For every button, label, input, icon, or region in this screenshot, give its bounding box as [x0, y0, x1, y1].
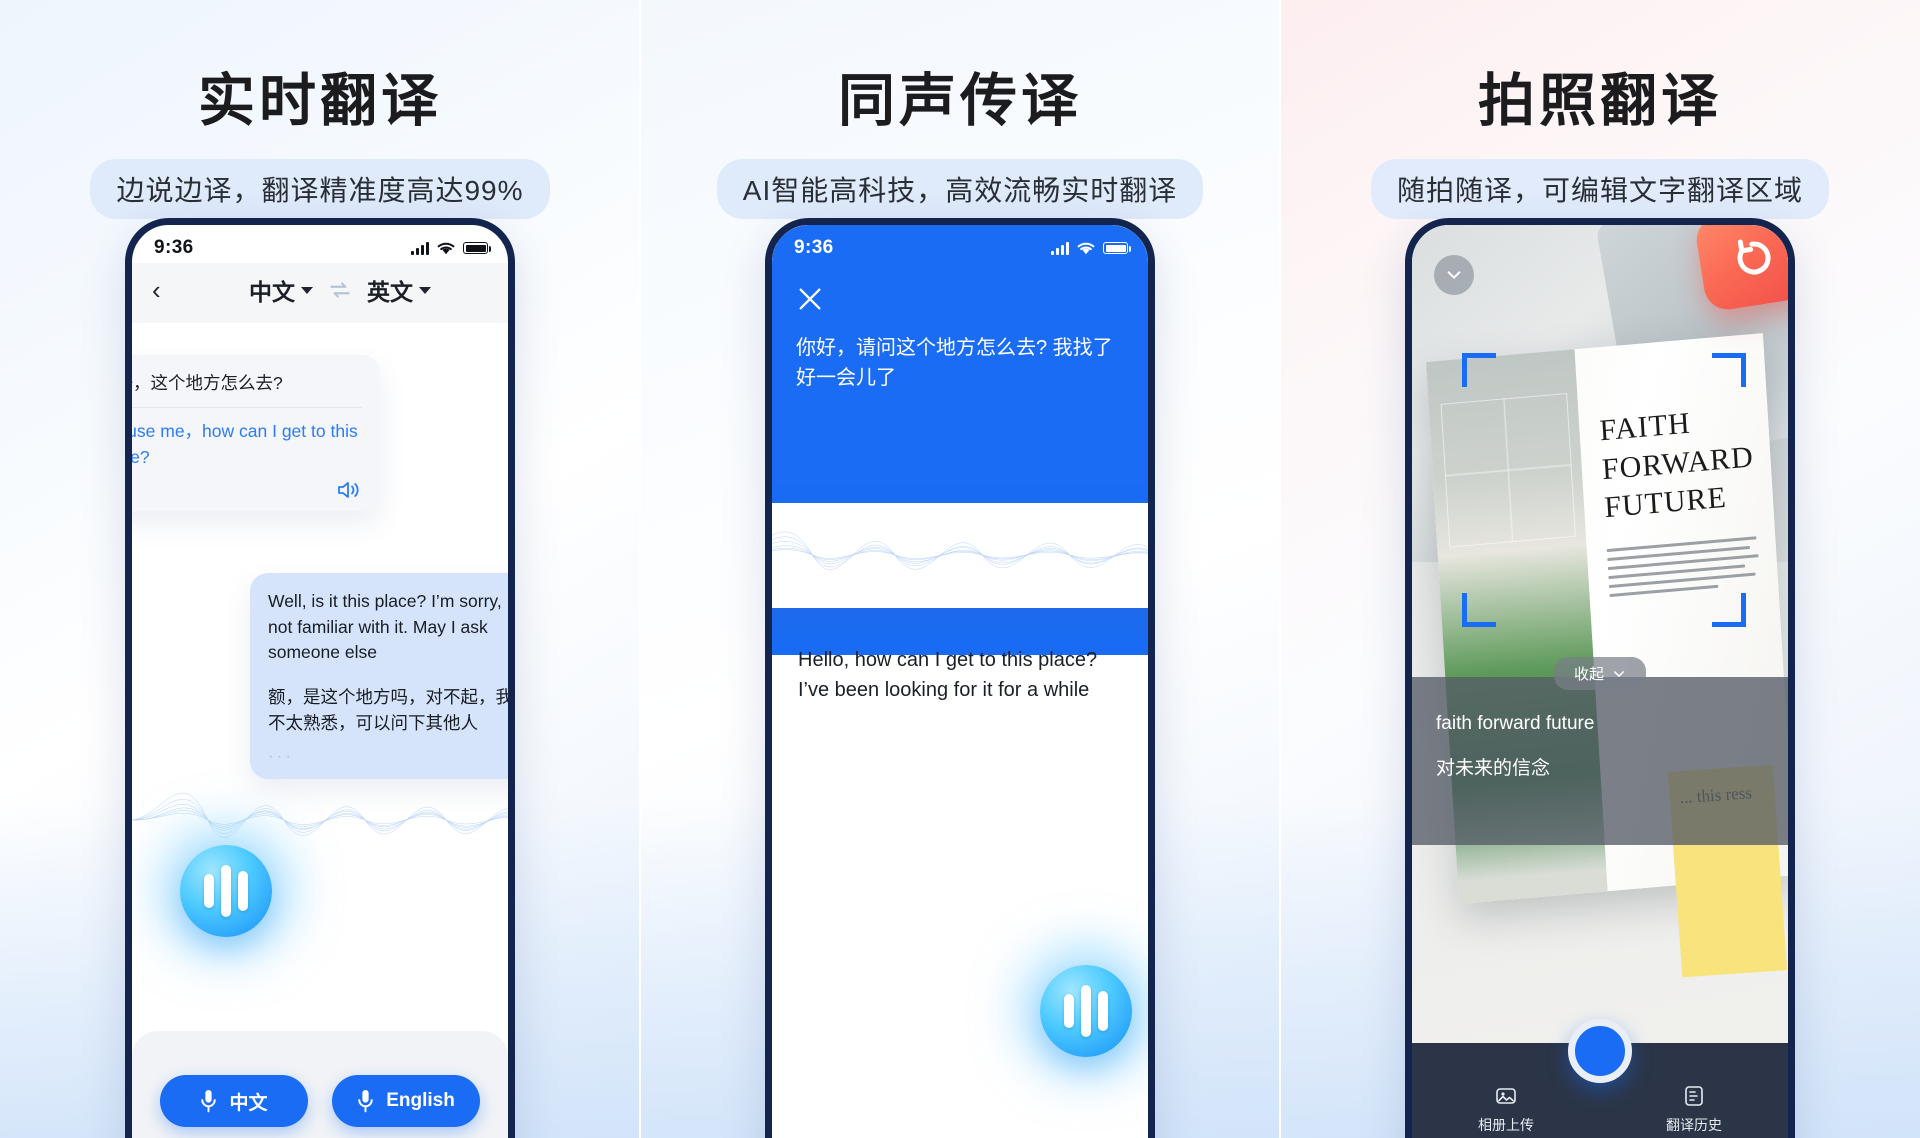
- panel-1-subtitle-wrap: 边说边译，翻译精准度高达99%: [0, 159, 640, 219]
- interpretation-translated-text: Hello, how can I get to this place? I’ve…: [798, 649, 1098, 701]
- bubble-more-icon[interactable]: ···: [268, 747, 294, 764]
- nav-item-history[interactable]: 翻译历史: [1666, 1084, 1722, 1135]
- collapse-label: 收起: [1573, 666, 1605, 683]
- phone-3-screen: FAITH FORWARD FUTURE ... this ress: [1412, 225, 1788, 1138]
- record-button-zh[interactable]: 中文: [160, 1075, 308, 1127]
- voice-wave-orb[interactable]: [180, 845, 272, 937]
- target-language-label: 英文: [367, 279, 413, 305]
- voice-wave-orb[interactable]: [1040, 965, 1132, 1057]
- status-time: 9:36: [794, 237, 834, 258]
- source-language-select[interactable]: 中文: [249, 273, 313, 307]
- collapse-results-button[interactable]: 收起: [1553, 657, 1647, 690]
- wifi-icon: [1077, 242, 1095, 254]
- swap-languages-icon[interactable]: [327, 277, 353, 303]
- book-body-lines: [1607, 536, 1765, 598]
- status-icons: [1051, 241, 1131, 256]
- bubble-footer: ···: [132, 479, 362, 501]
- capture-button[interactable]: [1568, 1019, 1632, 1083]
- status-time: 9:36: [154, 237, 194, 258]
- record-button-en[interactable]: English: [332, 1075, 480, 1127]
- source-language-label: 中文: [249, 279, 295, 305]
- crop-corner-top-right[interactable]: [1712, 353, 1746, 387]
- phone-mockup-1: 9:36 ‹ 中文 英文 ，这个地方怎么去? se me，how can I g…: [125, 218, 515, 1138]
- nav-item-album-label: 相册上传: [1478, 1116, 1534, 1133]
- target-language-select[interactable]: 英文: [367, 273, 431, 307]
- phone-mockup-2: 9:36 你好，请问这个地方怎么去? 我找了好一会儿了 Hello, how c…: [765, 218, 1155, 1138]
- waveform-card: [772, 503, 1148, 608]
- crop-corner-bottom-right[interactable]: [1712, 593, 1746, 627]
- chevron-down-icon: [1614, 670, 1624, 677]
- bubble-source-text: Well, is it this place? I’m sorry, I’m n…: [268, 591, 508, 663]
- ocr-source-text: faith forward future: [1436, 713, 1595, 734]
- signal-icon: [411, 241, 429, 255]
- chat-bubble-outgoing[interactable]: Well, is it this place? I’m sorry, I’m n…: [250, 573, 508, 779]
- bubble-translation-text: 额，是这个地方吗，对不起，我也不太熟悉，可以问下其他人: [268, 687, 508, 734]
- bubble-divider: [132, 407, 362, 409]
- panel-2-headline: 同声传译: [838, 69, 1082, 133]
- translation-result-panel: 收起 faith forward future 对未来的信念: [1412, 657, 1788, 845]
- close-icon[interactable]: [796, 285, 824, 313]
- microphone-icon: [201, 1089, 217, 1113]
- panel-2-subtitle-wrap: AI智能高科技，高效流畅实时翻译: [640, 159, 1280, 219]
- nav-item-album[interactable]: 相册上传: [1478, 1084, 1534, 1135]
- status-bar-1: 9:36: [132, 225, 508, 263]
- language-button-bar: 中文 English: [132, 1031, 508, 1138]
- panel-3-headline: 拍照翻译: [1478, 69, 1722, 133]
- ocr-translated-text: 对未来的信念: [1436, 758, 1551, 779]
- photo-album-icon: [1496, 1087, 1516, 1104]
- chevron-down-icon: [301, 286, 313, 294]
- status-bar-2: 9:36: [772, 225, 1148, 263]
- panel-simultaneous-interpretation: 同声传译 AI智能高科技，高效流畅实时翻译 9:36 你好，请问这个地方怎么去?…: [640, 0, 1280, 1138]
- panel-divider-2: [1279, 0, 1281, 1138]
- signal-icon: [1051, 241, 1069, 255]
- chevron-down-icon: [419, 286, 431, 294]
- microphone-icon: [358, 1089, 373, 1113]
- panel-photo-translation: 拍照翻译 随拍随译，可编辑文字翻译区域 FAITH FORWARD FUTURE: [1280, 0, 1920, 1138]
- bubble-source-text: 你好，这个地方怎么去?: [132, 373, 283, 393]
- book-text-block: FAITH FORWARD FUTURE: [1599, 399, 1766, 603]
- panel-3-subtitle: 随拍随译，可编辑文字翻译区域: [1370, 159, 1829, 219]
- status-icons: [411, 241, 491, 256]
- phone-2-screen: 9:36 你好，请问这个地方怎么去? 我找了好一会儿了 Hello, how c…: [772, 225, 1148, 1138]
- chat-bubble-incoming[interactable]: 你好，这个地方怎么去? Excuse me，how can I get to t…: [132, 355, 380, 512]
- translation-navbar: ‹ 中文 英文: [132, 263, 508, 323]
- speaker-icon[interactable]: [336, 479, 362, 501]
- camera-rotate-icon: [1737, 239, 1771, 275]
- record-button-en-label: English: [386, 1090, 455, 1111]
- interpretation-source-text: 你好，请问这个地方怎么去? 我找了好一会儿了: [796, 337, 1113, 390]
- audio-waveform: [772, 531, 1148, 570]
- panel-3-subtitle-wrap: 随拍随译，可编辑文字翻译区域: [1280, 159, 1920, 219]
- panel-realtime-translation: 实时翻译 边说边译，翻译精准度高达99% 9:36 ‹ 中文 英文 ，这个地方怎…: [0, 0, 640, 1138]
- speaker-icon[interactable]: [504, 745, 508, 767]
- crop-corner-bottom-left[interactable]: [1462, 593, 1496, 627]
- collapse-viewfinder-button[interactable]: [1434, 255, 1474, 295]
- battery-icon: [463, 242, 491, 254]
- chevron-left-icon[interactable]: ‹: [152, 277, 192, 303]
- nav-item-history-label: 翻译历史: [1666, 1116, 1722, 1133]
- crop-corner-top-left[interactable]: [1462, 353, 1496, 387]
- panel-2-subtitle: AI智能高科技，高效流畅实时翻译: [716, 159, 1204, 219]
- panel-1-subtitle: 边说边译，翻译精准度高达99%: [90, 159, 550, 219]
- bubble-footer: ···: [268, 745, 508, 767]
- panel-divider-1: [639, 0, 641, 1138]
- wifi-icon: [437, 242, 455, 254]
- record-button-zh-label: 中文: [229, 1092, 268, 1114]
- language-switcher: 中文 英文: [192, 273, 488, 307]
- history-icon: [1685, 1085, 1703, 1106]
- chevron-down-icon: [1447, 271, 1461, 279]
- screenshot-root: 实时翻译 边说边译，翻译精准度高达99% 9:36 ‹ 中文 英文 ，这个地方怎…: [0, 0, 1920, 1138]
- bubble-translation-text: Excuse me，how can I get to this place?: [132, 421, 358, 467]
- phone-mockup-3: FAITH FORWARD FUTURE ... this ress: [1405, 218, 1795, 1138]
- battery-icon: [1103, 242, 1131, 254]
- phone-1-screen: 9:36 ‹ 中文 英文 ，这个地方怎么去? se me，how can I g…: [132, 225, 508, 1138]
- panel-1-headline: 实时翻译: [198, 69, 442, 133]
- book-title: FAITH FORWARD FUTURE: [1598, 406, 1755, 524]
